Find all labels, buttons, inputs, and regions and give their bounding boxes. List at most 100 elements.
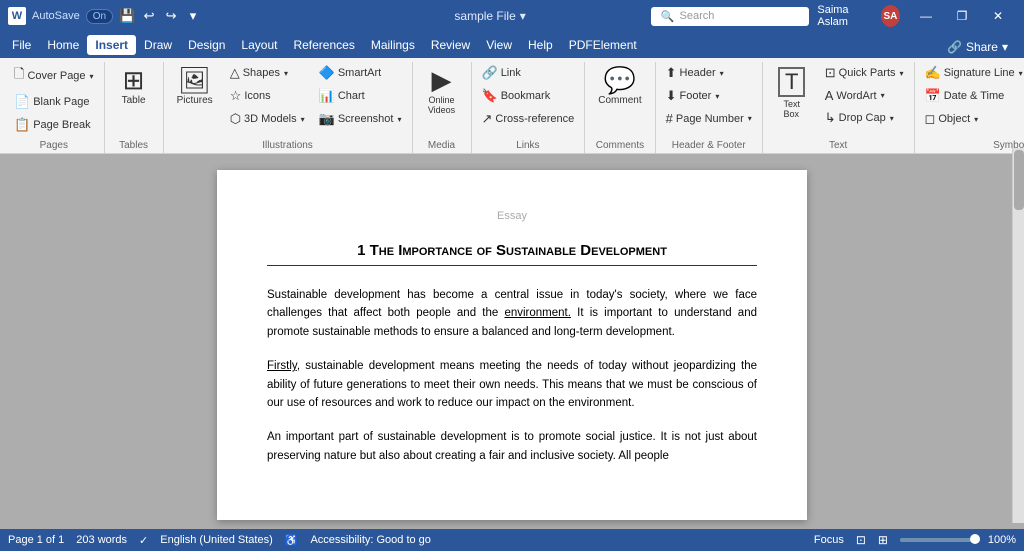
menu-design[interactable]: Design: [180, 35, 233, 55]
page-number-button[interactable]: # Page Number ▾: [660, 108, 758, 129]
chart-button[interactable]: 📊 Chart: [313, 85, 408, 107]
tables-label: Tables: [109, 138, 159, 151]
page-break-button[interactable]: 📋 Page Break: [8, 114, 100, 136]
menu-insert[interactable]: Insert: [87, 35, 136, 55]
header-dropdown[interactable]: ▾: [720, 69, 724, 78]
footer-dropdown[interactable]: ▾: [715, 92, 719, 101]
symbols-col: ✍ Signature Line ▾ 📅 Date & Time ◻ Objec…: [919, 62, 1024, 130]
search-placeholder: Search: [680, 10, 715, 22]
blank-page-button[interactable]: 📄 Blank Page: [8, 91, 100, 113]
links-col: 🔗 Link 🔖 Bookmark ↗ Cross-reference: [476, 62, 581, 130]
icons-button[interactable]: ☆ Icons: [224, 85, 311, 107]
pictures-button[interactable]: 🖼 Pictures: [168, 62, 222, 111]
quick-parts-icon: ⊡: [825, 65, 836, 81]
3d-models-button[interactable]: ⬡ 3D Models ▾: [224, 108, 311, 130]
object-button[interactable]: ◻ Object ▾: [919, 108, 1024, 130]
menu-draw[interactable]: Draw: [136, 35, 180, 55]
page-number-dropdown[interactable]: ▾: [748, 114, 752, 123]
quick-parts-dropdown[interactable]: ▾: [900, 69, 904, 78]
screenshot-dropdown[interactable]: ▾: [397, 115, 401, 124]
header-button[interactable]: ⬆ Header ▾: [660, 62, 758, 84]
object-dropdown[interactable]: ▾: [974, 115, 978, 124]
autosave-toggle[interactable]: On: [86, 9, 113, 24]
zoom-level: 100%: [988, 534, 1016, 546]
zoom-thumb[interactable]: [970, 534, 980, 544]
signature-line-button[interactable]: ✍ Signature Line ▾: [919, 62, 1024, 84]
focus-button[interactable]: Focus: [814, 534, 844, 546]
date-time-label: Date & Time: [944, 90, 1005, 102]
menu-pdfelement[interactable]: PDFElement: [561, 35, 645, 55]
word-count: 203 words: [76, 534, 127, 546]
wordart-button[interactable]: A WordArt ▾: [819, 85, 910, 106]
word-logo: W: [8, 7, 26, 25]
minimize-button[interactable]: —: [908, 0, 944, 32]
close-button[interactable]: ✕: [980, 0, 1016, 32]
screenshot-button[interactable]: 📷 Screenshot ▾: [313, 108, 408, 130]
user-avatar[interactable]: SA: [881, 5, 900, 27]
cover-page-button[interactable]: 🗋 Cover Page ▾: [8, 62, 100, 90]
document-title: 1 The Importance of Sustainable Developm…: [267, 242, 757, 266]
maximize-button[interactable]: ❐: [944, 0, 980, 32]
wordart-icon: A: [825, 88, 834, 103]
search-box[interactable]: 🔍 Search: [651, 7, 810, 26]
menu-help[interactable]: Help: [520, 35, 561, 55]
scrollbar[interactable]: [1012, 154, 1024, 523]
bookmark-button[interactable]: 🔖 Bookmark: [476, 85, 581, 107]
print-layout-icon[interactable]: ⊡: [852, 531, 870, 549]
drop-cap-dropdown[interactable]: ▾: [890, 114, 894, 123]
cross-reference-label: Cross-reference: [495, 113, 574, 125]
language[interactable]: English (United States): [160, 534, 273, 546]
page-number-icon: #: [666, 111, 673, 126]
quick-parts-button[interactable]: ⊡ Quick Parts ▾: [819, 62, 910, 84]
signature-dropdown[interactable]: ▾: [1019, 69, 1023, 78]
ribbon-group-comments: 💬 Comment Comments: [585, 62, 655, 153]
ribbon-group-header-footer: ⬆ Header ▾ ⬇ Footer ▾ # Page Number ▾: [656, 62, 763, 153]
shapes-button[interactable]: △ Shapes ▾: [224, 62, 311, 84]
cover-page-label: Cover Page: [27, 70, 85, 82]
menu-file[interactable]: File: [4, 35, 39, 55]
zoom-slider[interactable]: [900, 538, 980, 542]
link-icon: 🔗: [482, 65, 498, 81]
online-videos-button[interactable]: ▶ OnlineVideos: [417, 62, 467, 120]
view-icons: ⊡ ⊞: [852, 531, 892, 549]
redo-icon[interactable]: ↪: [163, 8, 179, 24]
wordart-label: WordArt: [836, 90, 876, 102]
signature-line-icon: ✍: [925, 65, 941, 81]
share-button[interactable]: 🔗 Share ▾: [935, 36, 1020, 58]
menu-review[interactable]: Review: [423, 35, 478, 55]
pictures-label: Pictures: [177, 95, 213, 106]
menu-references[interactable]: References: [285, 35, 362, 55]
menu-layout[interactable]: Layout: [233, 35, 285, 55]
link-button[interactable]: 🔗 Link: [476, 62, 581, 84]
comments-label: Comments: [589, 138, 650, 151]
blank-page-icon: 📄: [14, 94, 30, 110]
menu-mailings[interactable]: Mailings: [363, 35, 423, 55]
3d-dropdown[interactable]: ▾: [301, 115, 305, 124]
cross-reference-button[interactable]: ↗ Cross-reference: [476, 108, 581, 130]
comment-button[interactable]: 💬 Comment: [589, 62, 650, 111]
undo-icon[interactable]: ↩: [141, 8, 157, 24]
smartart-button[interactable]: 🔷 SmartArt: [313, 62, 408, 84]
autosave-label: AutoSave: [32, 10, 80, 22]
shapes-dropdown[interactable]: ▾: [284, 69, 288, 78]
accessibility-status: Accessibility: Good to go: [310, 534, 430, 546]
save-icon[interactable]: 💾: [119, 8, 135, 24]
filename-dropdown-icon[interactable]: ▾: [520, 9, 526, 23]
cover-page-dropdown[interactable]: ▾: [90, 72, 94, 81]
comments-content: 💬 Comment: [589, 62, 650, 136]
drop-cap-button[interactable]: ↳ Drop Cap ▾: [819, 107, 910, 129]
footer-button[interactable]: ⬇ Footer ▾: [660, 85, 758, 107]
customize-icon[interactable]: ▾: [185, 8, 201, 24]
textbox-button[interactable]: T TextBox: [767, 62, 817, 124]
links-content: 🔗 Link 🔖 Bookmark ↗ Cross-reference: [476, 62, 581, 136]
table-button[interactable]: ⊞ Table: [109, 62, 159, 111]
wordart-dropdown[interactable]: ▾: [881, 91, 885, 100]
menu-home[interactable]: Home: [39, 35, 87, 55]
web-layout-icon[interactable]: ⊞: [874, 531, 892, 549]
title-bar: W AutoSave On 💾 ↩ ↪ ▾ sample File ▾ 🔍 Se…: [0, 0, 1024, 32]
text-content: T TextBox ⊡ Quick Parts ▾ A WordArt ▾: [767, 62, 910, 136]
menu-view[interactable]: View: [478, 35, 520, 55]
date-time-button[interactable]: 📅 Date & Time: [919, 85, 1024, 107]
drop-cap-label: Drop Cap: [839, 112, 886, 124]
tables-content: ⊞ Table: [109, 62, 159, 136]
